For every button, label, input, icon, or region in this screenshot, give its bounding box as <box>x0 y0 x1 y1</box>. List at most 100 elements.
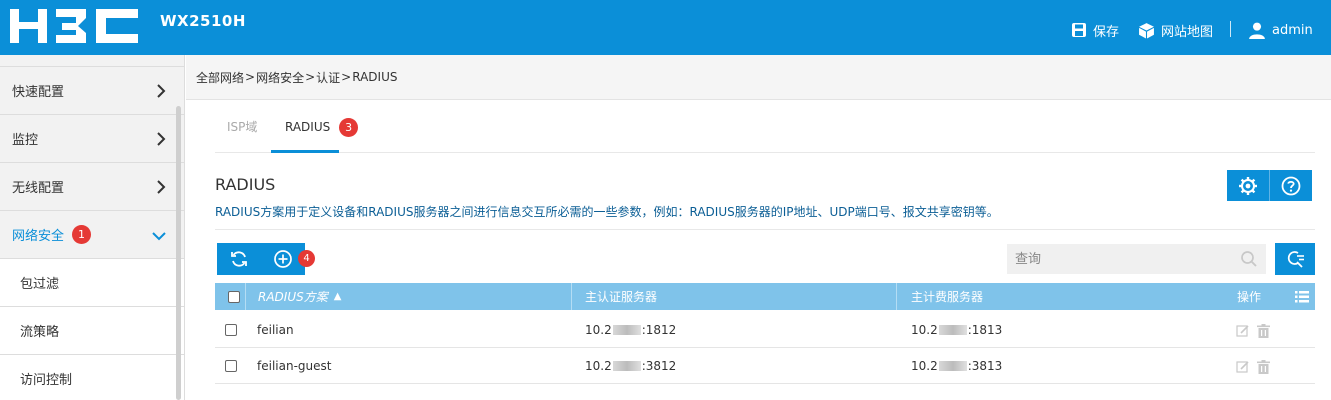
step-badge: 3 <box>339 118 359 137</box>
tab-radius[interactable]: RADIUS 3 <box>285 118 359 137</box>
user-menu[interactable]: admin <box>1248 20 1313 40</box>
section-divider <box>215 229 1315 230</box>
chevron-down-icon <box>152 232 166 241</box>
column-menu-icon[interactable] <box>1295 291 1309 303</box>
delete-icon[interactable] <box>1257 360 1270 374</box>
address-suffix: :1813 <box>967 323 1003 337</box>
acct-server-address: 10.2 :3813 <box>911 348 1002 384</box>
column-header-label: 主计费服务器 <box>911 290 984 304</box>
table-row[interactable]: feilian 10.2 :1812 10.2 :1813 <box>215 312 1315 348</box>
radius-scheme-name: feilian <box>257 323 294 337</box>
step-badge: 1 <box>72 225 92 244</box>
sidebar-item-label: 网络安全 <box>12 229 65 244</box>
help-button[interactable] <box>1270 170 1312 201</box>
add-circle-icon <box>274 250 292 268</box>
user-icon <box>1249 22 1265 39</box>
save-button[interactable]: 保存 <box>1071 20 1119 40</box>
header-divider <box>1230 21 1231 37</box>
row-checkbox[interactable] <box>225 324 237 336</box>
redacted-mask <box>938 361 967 371</box>
edit-icon[interactable] <box>1236 360 1250 374</box>
sidebar-top-spacer <box>0 55 184 67</box>
save-icon <box>1072 23 1086 37</box>
sidebar-subitem-label: 包过滤 <box>20 277 60 292</box>
add-button[interactable]: 4 <box>261 243 315 275</box>
tab-isp-domain[interactable]: ISP域 <box>227 118 257 135</box>
sidebar-item-quick-config[interactable]: 快速配置 <box>0 67 184 115</box>
chevron-right-icon <box>157 132 166 146</box>
active-tab-indicator <box>271 150 339 153</box>
column-divider <box>896 283 897 310</box>
sidebar-scrollbar[interactable] <box>176 106 181 400</box>
redacted-mask <box>612 325 641 335</box>
column-divider <box>571 283 572 310</box>
sidebar-item-label: 无线配置 <box>12 181 65 196</box>
address-suffix: :3813 <box>967 359 1003 373</box>
address-prefix: 10.2 <box>585 359 612 373</box>
column-header-acct-server[interactable]: 主计费服务器 <box>911 283 983 310</box>
tab-label: RADIUS <box>285 120 331 134</box>
sidebar-subitem-label: 流策略 <box>20 325 60 340</box>
search-input[interactable] <box>1007 244 1266 274</box>
help-icon <box>1281 176 1301 195</box>
breadcrumb: 全部网络 > 网络安全 > 认证 > RADIUS <box>186 55 1331 100</box>
column-divider <box>245 283 246 310</box>
address-prefix: 10.2 <box>911 359 938 373</box>
breadcrumb-item: RADIUS <box>352 70 398 84</box>
acct-server-address: 10.2 :1813 <box>911 312 1002 348</box>
row-checkbox[interactable] <box>225 360 237 372</box>
column-header-label: 主认证服务器 <box>585 290 658 304</box>
table-toolbar: 4 <box>217 243 315 275</box>
breadcrumb-separator: > <box>341 70 352 84</box>
table-row[interactable]: feilian-guest 10.2 :3812 10.2 :3813 <box>215 348 1315 384</box>
column-header-label: 操作 <box>1237 290 1262 304</box>
breadcrumb-item[interactable]: 网络安全 <box>256 69 304 86</box>
delete-icon[interactable] <box>1257 324 1270 338</box>
select-all-checkbox[interactable] <box>228 290 240 303</box>
breadcrumb-item[interactable]: 认证 <box>316 69 340 86</box>
sidebar-item-wireless-config[interactable]: 无线配置 <box>0 163 184 211</box>
redacted-mask <box>938 325 967 335</box>
sidebar-subitem-access-control[interactable]: 访问控制 <box>0 355 184 400</box>
address-prefix: 10.2 <box>911 323 938 337</box>
step-badge: 4 <box>298 250 315 267</box>
column-header-auth-server[interactable]: 主认证服务器 <box>585 283 657 310</box>
top-header: WX2510H 保存 网站地图 admin <box>0 0 1331 55</box>
advanced-search-icon <box>1287 251 1304 268</box>
column-header-label: RADIUS方案 <box>258 290 328 304</box>
sidebar-item-label: 监控 <box>12 133 39 148</box>
cube-icon <box>1139 22 1154 38</box>
sitemap-button[interactable]: 网站地图 <box>1138 20 1213 40</box>
sidebar-subitem-packet-filter[interactable]: 包过滤 <box>0 259 184 307</box>
auth-server-address: 10.2 :1812 <box>585 312 676 348</box>
sidebar-item-monitor[interactable]: 监控 <box>0 115 184 163</box>
save-label: 保存 <box>1093 24 1120 40</box>
gear-icon <box>1239 176 1257 195</box>
sidebar-item-network-security[interactable]: 网络安全 1 <box>0 211 184 259</box>
address-suffix: :1812 <box>641 323 677 337</box>
radius-scheme-name: feilian-guest <box>257 359 332 373</box>
address-suffix: :3812 <box>641 359 677 373</box>
chevron-right-icon <box>157 180 166 194</box>
sidebar-item-label: 快速配置 <box>12 85 65 100</box>
breadcrumb-separator: > <box>305 70 316 84</box>
edit-icon[interactable] <box>1236 324 1250 338</box>
breadcrumb-separator: > <box>245 70 256 84</box>
h3c-logo <box>10 9 138 43</box>
sidebar-subitem-label: 访问控制 <box>20 373 73 388</box>
sitemap-label: 网站地图 <box>1161 24 1214 40</box>
search-icon[interactable] <box>1240 250 1258 268</box>
settings-button[interactable] <box>1227 170 1269 201</box>
chevron-right-icon <box>157 84 166 98</box>
column-header-radius-scheme[interactable]: RADIUS方案 ▲ <box>258 283 341 310</box>
sidebar-subitem-flow-policy[interactable]: 流策略 <box>0 307 184 355</box>
sidebar: 快速配置 监控 无线配置 网络安全 1 包过滤 流策略 访问控制 <box>0 55 185 400</box>
refresh-button[interactable] <box>217 243 261 275</box>
row-select-cell <box>225 348 237 384</box>
table-header: RADIUS方案 ▲ 主认证服务器 主计费服务器 操作 <box>215 283 1315 310</box>
tabs-divider <box>215 152 1315 153</box>
advanced-search-button[interactable] <box>1275 243 1315 275</box>
breadcrumb-item[interactable]: 全部网络 <box>196 69 244 86</box>
refresh-icon <box>231 251 247 267</box>
section-description: RADIUS方案用于定义设备和RADIUS服务器之间进行信息交互所必需的一些参数… <box>215 205 999 219</box>
